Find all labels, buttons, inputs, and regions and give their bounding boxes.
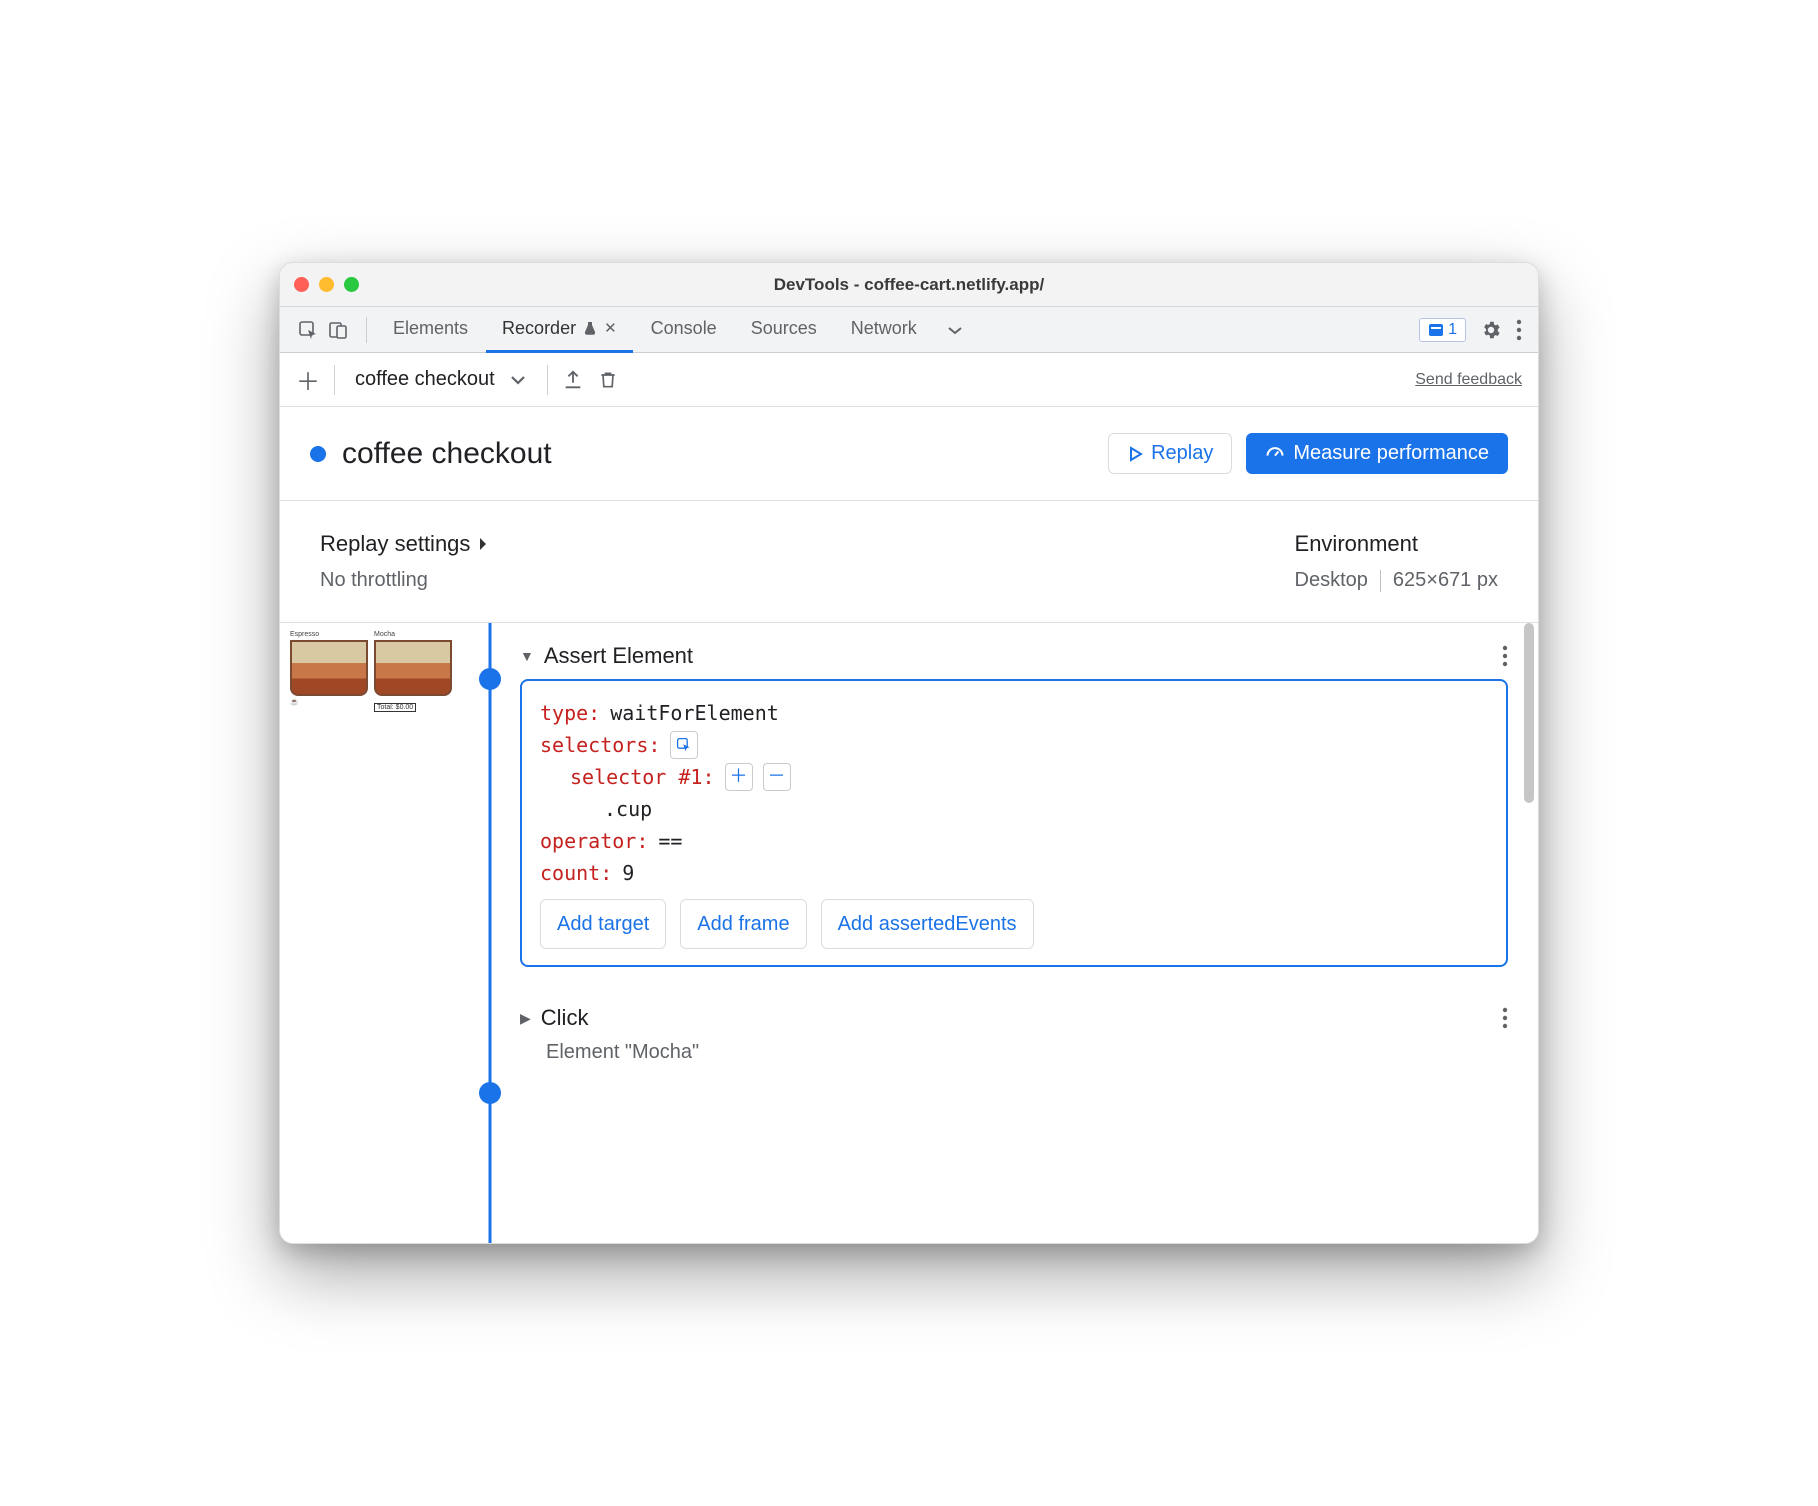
throttling-value: No throttling [320, 569, 488, 592]
tab-elements[interactable]: Elements [377, 307, 484, 353]
close-tab-icon[interactable]: ✕ [604, 319, 617, 337]
replay-button[interactable]: Replay [1108, 433, 1232, 474]
window-minimize-button[interactable] [319, 277, 334, 292]
prop-value[interactable]: == [658, 825, 682, 857]
issues-icon [1428, 322, 1444, 338]
export-icon[interactable] [562, 369, 584, 391]
thumbnail-column: Espresso ☕ Mocha Total: $0.00 [280, 623, 470, 1243]
label-text: Replay settings [320, 531, 470, 557]
chevron-down-icon [509, 374, 527, 386]
viewport-value: 625×671 px [1393, 569, 1498, 592]
screenshot-thumbnail[interactable]: Espresso ☕ [290, 631, 368, 1235]
steps-column: ▼ Assert Element type: waitForElement se… [510, 623, 1538, 1243]
chevron-right-icon [478, 537, 488, 551]
tab-label: Console [651, 318, 717, 339]
separator [334, 365, 335, 395]
separator [547, 365, 548, 395]
prop-key: type [540, 701, 588, 725]
measure-performance-button[interactable]: Measure performance [1246, 433, 1508, 474]
thumb-label: Espresso [290, 631, 368, 638]
add-frame-button[interactable]: Add frame [680, 899, 806, 949]
replay-settings-toggle[interactable]: Replay settings [320, 531, 488, 557]
collapse-icon[interactable]: ▼ [520, 648, 534, 664]
step-title: Click [541, 1005, 589, 1031]
play-icon [1127, 446, 1143, 462]
recording-header: coffee checkout Replay Measure performan… [280, 407, 1538, 501]
scrollbar[interactable] [1524, 623, 1534, 803]
tab-sources[interactable]: Sources [735, 307, 833, 353]
tab-network[interactable]: Network [835, 307, 933, 353]
environment-label: Environment [1295, 531, 1498, 557]
window-title: DevTools - coffee-cart.netlify.app/ [280, 275, 1538, 295]
recording-title: coffee checkout [342, 437, 552, 471]
traffic-lights [294, 277, 359, 292]
prop-key: selectors [540, 733, 648, 757]
tab-label: Recorder [502, 318, 576, 339]
window-titlebar: DevTools - coffee-cart.netlify.app/ [280, 263, 1538, 307]
prop-value[interactable]: waitForElement [610, 697, 779, 729]
expand-icon[interactable]: ▶ [520, 1010, 531, 1027]
add-target-button[interactable]: Add target [540, 899, 666, 949]
window-maximize-button[interactable] [344, 277, 359, 292]
recording-name: coffee checkout [355, 368, 495, 391]
thumb-total: Total: $0.00 [374, 703, 416, 712]
new-recording-button[interactable]: ＋ [296, 362, 320, 397]
delete-icon[interactable] [598, 369, 618, 391]
step-subtitle: Element "Mocha" [546, 1041, 1508, 1064]
issues-count: 1 [1448, 321, 1457, 339]
selector-value[interactable]: .cup [604, 793, 652, 825]
settings-bar: Replay settings No throttling Environmen… [280, 501, 1538, 623]
tab-label: Sources [751, 318, 817, 339]
timeline-node[interactable] [479, 668, 501, 690]
prop-key: operator [540, 829, 636, 853]
device-toolbar-icon[interactable] [328, 320, 348, 340]
step-title: Assert Element [544, 643, 693, 669]
screenshot-thumbnail[interactable]: Mocha Total: $0.00 [374, 631, 452, 1235]
tab-label: Network [851, 318, 917, 339]
window-close-button[interactable] [294, 277, 309, 292]
pick-selector-icon[interactable] [670, 731, 698, 759]
thumb-label: Mocha [374, 631, 452, 638]
add-selector-button[interactable]: ＋ [725, 763, 753, 791]
step-assert-element: ▼ Assert Element type: waitForElement se… [520, 633, 1508, 967]
add-asserted-events-button[interactable]: Add assertedEvents [821, 899, 1034, 949]
inspect-element-icon[interactable] [298, 320, 318, 340]
tab-console[interactable]: Console [635, 307, 733, 353]
step-click: ▶ Click Element "Mocha" [520, 995, 1508, 1064]
step-menu-icon[interactable] [1502, 645, 1508, 667]
more-tabs-icon[interactable] [935, 325, 975, 335]
remove-selector-button[interactable]: － [763, 763, 791, 791]
prop-key: count [540, 861, 600, 885]
devtools-tabstrip: Elements Recorder ✕ Console Sources Netw… [280, 307, 1538, 353]
prop-value[interactable]: 9 [622, 857, 634, 889]
step-body: type: waitForElement selectors: selector… [520, 679, 1508, 967]
tab-recorder[interactable]: Recorder ✕ [486, 307, 633, 353]
tab-label: Elements [393, 318, 468, 339]
step-menu-icon[interactable] [1502, 1007, 1508, 1029]
send-feedback-link[interactable]: Send feedback [1415, 371, 1522, 389]
gauge-icon [1265, 444, 1285, 464]
button-label: Measure performance [1293, 442, 1489, 465]
recording-picker[interactable]: coffee checkout [349, 368, 533, 391]
prop-key: selector #1 [570, 765, 702, 789]
timeline-node[interactable] [479, 1082, 501, 1104]
kebab-menu-icon[interactable] [1516, 319, 1522, 341]
timeline-rail [470, 623, 510, 1243]
issues-badge[interactable]: 1 [1419, 318, 1466, 342]
button-label: Replay [1151, 442, 1213, 465]
devtools-window: DevTools - coffee-cart.netlify.app/ Elem… [279, 262, 1539, 1244]
recorder-toolbar: ＋ coffee checkout Send feedback [280, 353, 1538, 407]
device-value: Desktop [1295, 569, 1368, 592]
flask-icon [582, 320, 598, 336]
recording-status-dot [310, 446, 326, 462]
separator [1380, 570, 1381, 592]
settings-gear-icon[interactable] [1480, 319, 1502, 341]
timeline: Espresso ☕ Mocha Total: $0.00 ▼ Assert E… [280, 623, 1538, 1243]
